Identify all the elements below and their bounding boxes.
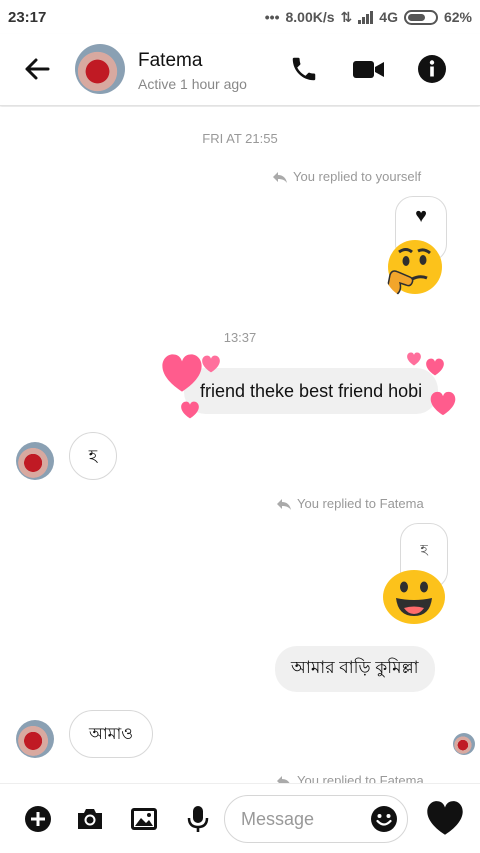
back-arrow-icon[interactable] — [22, 54, 52, 84]
camera-icon[interactable] — [75, 804, 105, 834]
battery-icon — [403, 9, 438, 25]
mic-icon[interactable] — [183, 804, 213, 834]
data-transfer-icon: ⇅ — [340, 8, 353, 25]
reply-note-text: You replied to yourself — [293, 169, 422, 184]
reply-arrow-icon — [273, 171, 287, 183]
quoted-message-text: হ — [420, 541, 428, 557]
sender-avatar[interactable] — [16, 442, 54, 480]
received-message[interactable]: হ — [69, 432, 117, 480]
sent-message[interactable]: friend theke best friend hobi — [184, 368, 439, 414]
reply-note-text: You replied to Fatema — [297, 773, 424, 783]
reply-arrow-icon — [277, 775, 290, 783]
sent-message[interactable]: আমার বাড়ি কুমিল্লা — [275, 646, 435, 692]
heart-decoration-icon — [202, 355, 220, 373]
phone-icon[interactable] — [289, 54, 319, 84]
reply-note: You replied to Fatema — [276, 496, 424, 511]
gallery-icon[interactable] — [129, 804, 159, 834]
conversation-header: Fatema Active 1 hour ago — [0, 34, 480, 106]
info-icon[interactable] — [417, 54, 447, 84]
status-time: 23:17 — [8, 8, 47, 26]
composer-bar: Message — [0, 783, 480, 853]
message-list[interactable]: FRI AT 21:55 You replied to yourself ♥ 1… — [0, 107, 480, 783]
heart-decoration-icon — [426, 358, 444, 376]
received-message-text: আমাও — [89, 725, 133, 743]
received-message[interactable]: আমাও — [69, 710, 153, 758]
reply-note: You replied to yourself — [272, 169, 421, 184]
emoji-icon[interactable] — [370, 805, 398, 833]
video-icon[interactable] — [352, 54, 386, 84]
reply-arrow-icon — [277, 498, 291, 510]
status-dots: ••• — [264, 9, 280, 25]
heart-decoration-icon — [430, 391, 456, 416]
received-message-text: হ — [88, 447, 98, 465]
plus-icon[interactable] — [23, 804, 53, 834]
status-battery: 62% — [443, 9, 472, 25]
thinking-face-emoji[interactable] — [384, 239, 444, 299]
quoted-heart-text: ♥ — [415, 205, 427, 227]
heart-decoration-icon — [162, 354, 202, 392]
contact-name[interactable]: Fatema — [138, 50, 202, 72]
heart-like-icon[interactable] — [425, 800, 465, 836]
reply-note-text: You replied to Fatema — [297, 496, 424, 511]
contact-avatar[interactable] — [75, 44, 125, 94]
contact-status: Active 1 hour ago — [138, 76, 247, 92]
status-network: 4G — [379, 9, 398, 25]
heart-decoration-icon — [181, 401, 199, 419]
sent-message-text: আমার বাড়ি কুমিল্লা — [291, 658, 419, 677]
signal-icon — [358, 10, 374, 24]
timestamp: FRI AT 21:55 — [202, 131, 278, 146]
message-input-placeholder: Message — [241, 808, 315, 829]
heart-decoration-icon — [407, 352, 421, 366]
sender-avatar[interactable] — [16, 720, 54, 758]
status-bar: 23:17 ••• 8.00K/s ⇅ 4G 62% — [0, 0, 480, 34]
smiling-face-emoji[interactable] — [382, 569, 446, 625]
status-right: ••• 8.00K/s ⇅ 4G 62% — [265, 9, 472, 26]
status-net-speed: 8.00K/s — [285, 9, 335, 25]
sent-message-text: friend theke best friend hobi — [200, 380, 423, 401]
timestamp: 13:37 — [223, 330, 257, 345]
seen-receipt-avatar — [453, 733, 475, 755]
reply-note: You replied to Fatema — [276, 773, 424, 783]
